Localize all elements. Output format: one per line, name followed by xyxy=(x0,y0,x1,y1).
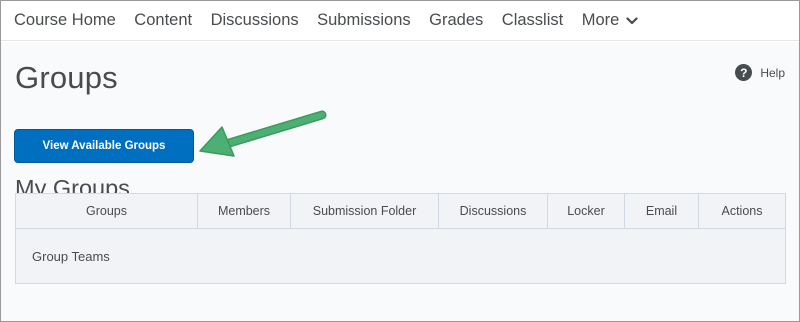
column-header-actions: Actions xyxy=(698,193,786,229)
column-header-locker: Locker xyxy=(547,193,625,229)
nav-course-home[interactable]: Course Home xyxy=(14,11,116,30)
group-category-label: Group Teams xyxy=(15,228,786,284)
course-navbar: Course Home Content Discussions Submissi… xyxy=(1,1,799,41)
chevron-down-icon xyxy=(626,16,638,24)
column-header-discussions: Discussions xyxy=(438,193,548,229)
nav-more-menu[interactable]: More xyxy=(582,11,639,30)
nav-classlist[interactable]: Classlist xyxy=(502,11,563,30)
help-icon: ? xyxy=(735,64,753,81)
page-title: Groups xyxy=(15,60,118,95)
column-header-groups: Groups xyxy=(15,193,198,229)
annotation-arrow-icon xyxy=(199,110,327,157)
column-header-email: Email xyxy=(624,193,699,229)
table-header-row: Groups Members Submission Folder Discuss… xyxy=(15,193,786,229)
column-header-members: Members xyxy=(197,193,291,229)
nav-content[interactable]: Content xyxy=(134,11,192,30)
nav-submissions[interactable]: Submissions xyxy=(317,11,411,30)
nav-more-label: More xyxy=(581,11,620,29)
help-label: Help xyxy=(760,65,785,80)
nav-discussions[interactable]: Discussions xyxy=(211,11,299,30)
my-groups-table: Groups Members Submission Folder Discuss… xyxy=(15,193,786,284)
column-header-submission-folder: Submission Folder xyxy=(290,193,439,229)
nav-grades[interactable]: Grades xyxy=(429,11,483,30)
view-available-groups-button[interactable]: View Available Groups xyxy=(14,129,194,163)
table-row: Group Teams xyxy=(15,228,786,284)
help-link[interactable]: ? Help xyxy=(735,64,785,81)
